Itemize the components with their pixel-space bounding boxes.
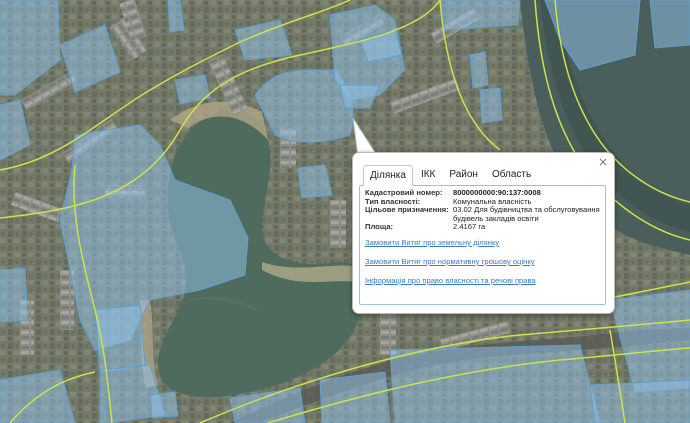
parcel-links: Замовити Витяг про земельну ділянку Замо… [365, 238, 536, 295]
tab-ikk[interactable]: ІКК [415, 165, 441, 184]
purpose-row: Цільове призначення: 03.02 Для будівницт… [365, 205, 603, 223]
tab-parcel[interactable]: Ділянка [363, 165, 413, 186]
popup-tabs: Ділянка ІКК Район Область [363, 165, 539, 186]
area-value: 2.4167 га [453, 222, 486, 232]
parcel-attributes: Кадастровий номер: 8000000000:90:137:000… [365, 188, 603, 232]
order-parcel-extract-link[interactable]: Замовити Витяг про земельну ділянку [365, 238, 536, 247]
close-icon[interactable]: × [597, 156, 609, 168]
ownership-info-link[interactable]: Інформація про право власності та речові… [365, 276, 536, 285]
order-valuation-extract-link[interactable]: Замовити Витяг про нормативну грошову оц… [365, 257, 536, 266]
tab-district[interactable]: Район [443, 165, 484, 184]
area-row: Площа: 2.4167 га [365, 223, 603, 232]
area-label: Площа: [365, 222, 394, 232]
tab-region[interactable]: Область [486, 165, 537, 184]
purpose-value: 03.02 Для будівництва та обслуговування … [453, 205, 600, 223]
parcel-info-popup: × Ділянка ІКК Район Область Кадастровий … [352, 152, 615, 314]
parcel-info-panel: Кадастровий номер: 8000000000:90:137:000… [359, 185, 606, 305]
purpose-label: Цільове призначення: [365, 205, 449, 215]
